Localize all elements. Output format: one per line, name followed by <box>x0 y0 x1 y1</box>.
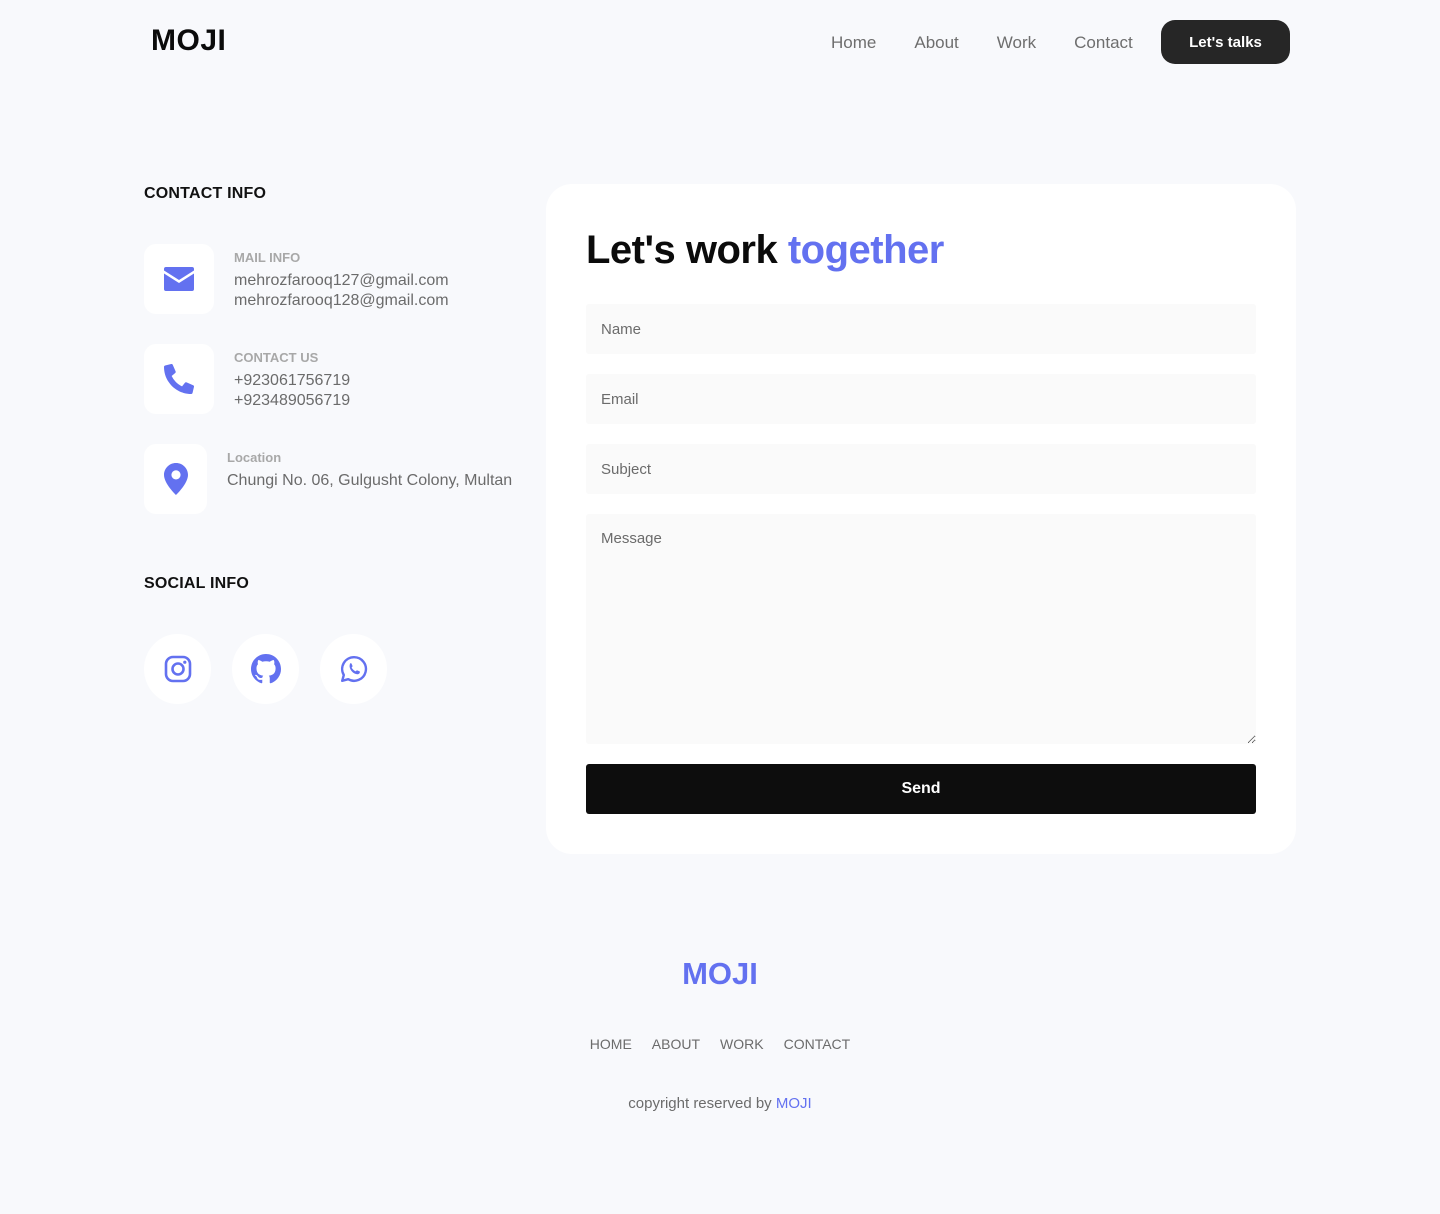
social-links <box>144 634 408 704</box>
copyright-text: copyright reserved by <box>628 1095 772 1112</box>
send-button[interactable]: Send <box>586 764 1256 814</box>
mail-info-row: MAIL INFO mehrozfarooq127@gmail.com mehr… <box>144 244 449 314</box>
email-1[interactable]: mehrozfarooq127@gmail.com <box>234 271 449 291</box>
site-header: MOJI Home About Work Contact Let's talks <box>0 0 1440 86</box>
location-icon-box <box>144 444 207 514</box>
phone-1[interactable]: +923061756719 <box>234 371 350 391</box>
form-title-accent: together <box>787 228 945 272</box>
github-icon <box>250 654 281 684</box>
contact-info-heading: CONTACT INFO <box>144 185 267 202</box>
lets-talk-button[interactable]: Let's talks <box>1161 20 1290 64</box>
phone-icon <box>164 364 194 394</box>
form-title-main: Let's work <box>586 228 778 272</box>
mail-info-label: MAIL INFO <box>234 250 301 265</box>
message-textarea[interactable] <box>586 514 1256 744</box>
footer-nav-work[interactable]: WORK <box>720 1036 764 1052</box>
nav-home[interactable]: Home <box>831 32 876 54</box>
mail-icon-box <box>144 244 214 314</box>
contact-us-label: CONTACT US <box>234 350 319 365</box>
instagram-button[interactable] <box>144 634 211 704</box>
map-pin-icon <box>163 463 188 495</box>
email-2[interactable]: mehrozfarooq128@gmail.com <box>234 291 449 311</box>
copyright: copyright reserved by MOJI <box>0 1095 1440 1112</box>
contact-form-card: Let's work together Send <box>546 184 1296 854</box>
footer-nav-contact[interactable]: CONTACT <box>784 1036 851 1052</box>
nav-about[interactable]: About <box>914 32 958 54</box>
footer-nav-home[interactable]: HOME <box>590 1036 632 1052</box>
whatsapp-button[interactable] <box>320 634 387 704</box>
email-input[interactable] <box>586 374 1256 424</box>
social-info-heading: SOCIAL INFO <box>144 575 250 592</box>
envelope-icon <box>164 267 194 291</box>
nav-contact[interactable]: Contact <box>1074 32 1133 54</box>
location-label: Location <box>227 450 282 465</box>
github-button[interactable] <box>232 634 299 704</box>
nav-work[interactable]: Work <box>997 32 1036 54</box>
footer-nav-about[interactable]: ABOUT <box>652 1036 700 1052</box>
copyright-brand[interactable]: MOJI <box>776 1095 812 1112</box>
subject-input[interactable] <box>586 444 1256 494</box>
address: Chungi No. 06, Gulgusht Colony, Multan <box>227 472 513 489</box>
name-input[interactable] <box>586 304 1256 354</box>
footer-nav: HOME ABOUT WORK CONTACT <box>0 1036 1440 1052</box>
site-logo[interactable]: MOJI <box>151 24 226 58</box>
footer-logo[interactable]: MOJI <box>0 956 1440 992</box>
instagram-icon <box>164 655 191 683</box>
location-info-row: Location Chungi No. 06, Gulgusht Colony,… <box>144 444 512 514</box>
phone-info-row: CONTACT US +923061756719 +923489056719 <box>144 344 350 414</box>
whatsapp-icon <box>340 655 367 682</box>
form-title: Let's work together <box>586 228 944 273</box>
phone-2[interactable]: +923489056719 <box>234 391 350 411</box>
phone-icon-box <box>144 344 214 414</box>
main-nav: Home About Work Contact <box>831 32 1171 54</box>
